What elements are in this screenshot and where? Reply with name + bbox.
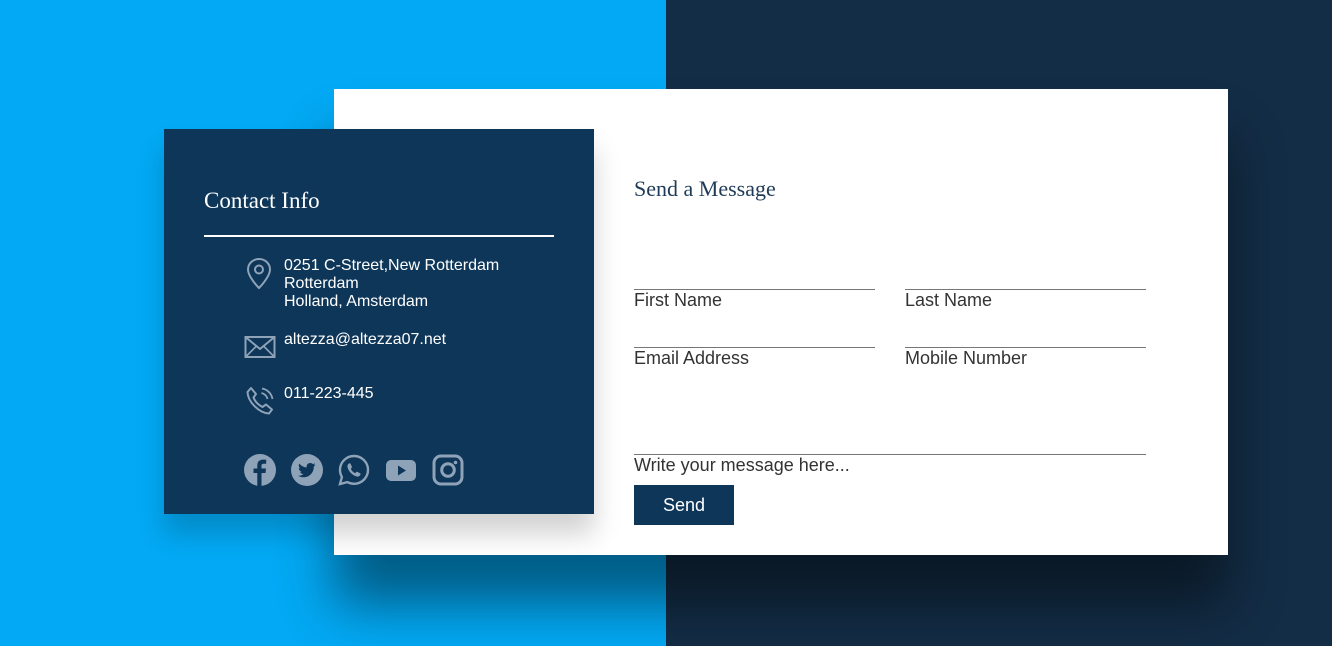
first-name-label: First Name [634,290,723,310]
email-link[interactable]: altezza@altezza07.net [284,331,446,349]
envelope-icon [244,331,284,361]
social-links [244,454,464,486]
address-line-1: 0251 C-Street,New Rotterdam [284,257,500,274]
address-line-2: Rotterdam [284,275,359,292]
phone-row: 011-223-445 [244,385,374,417]
email-address-label: Email Address [634,348,750,368]
email-address-field[interactable]: Email Address [634,347,875,368]
last-name-label: Last Name [905,290,993,310]
form-title: Send a Message [634,176,776,201]
address-line-3: Holland, Amsterdam [284,293,429,310]
whatsapp-icon[interactable] [338,454,370,486]
location-pin-icon [244,257,284,291]
message-field[interactable]: Write your message here... [634,454,1146,475]
mobile-number-label: Mobile Number [905,348,1028,368]
instagram-icon[interactable] [432,454,464,486]
title-divider [204,235,554,237]
contact-info-title: Contact Info [204,188,320,213]
phone-icon [244,385,284,417]
mobile-number-field[interactable]: Mobile Number [905,347,1146,368]
last-name-field[interactable]: Last Name [905,289,1146,310]
phone-link[interactable]: 011-223-445 [284,385,374,403]
contact-info-card: Contact Info 0251 C-Street,New Rotterdam… [164,129,594,514]
youtube-icon[interactable] [385,454,417,486]
twitter-icon[interactable] [291,454,323,486]
message-label: Write your message here... [634,455,850,475]
facebook-icon[interactable] [244,454,276,486]
email-row: altezza@altezza07.net [244,331,446,361]
first-name-field[interactable]: First Name [634,289,875,310]
send-button[interactable]: Send [634,485,734,525]
address-text: 0251 C-Street,New Rotterdam Rotterdam Ho… [284,257,499,311]
address-row: 0251 C-Street,New Rotterdam Rotterdam Ho… [244,257,499,311]
